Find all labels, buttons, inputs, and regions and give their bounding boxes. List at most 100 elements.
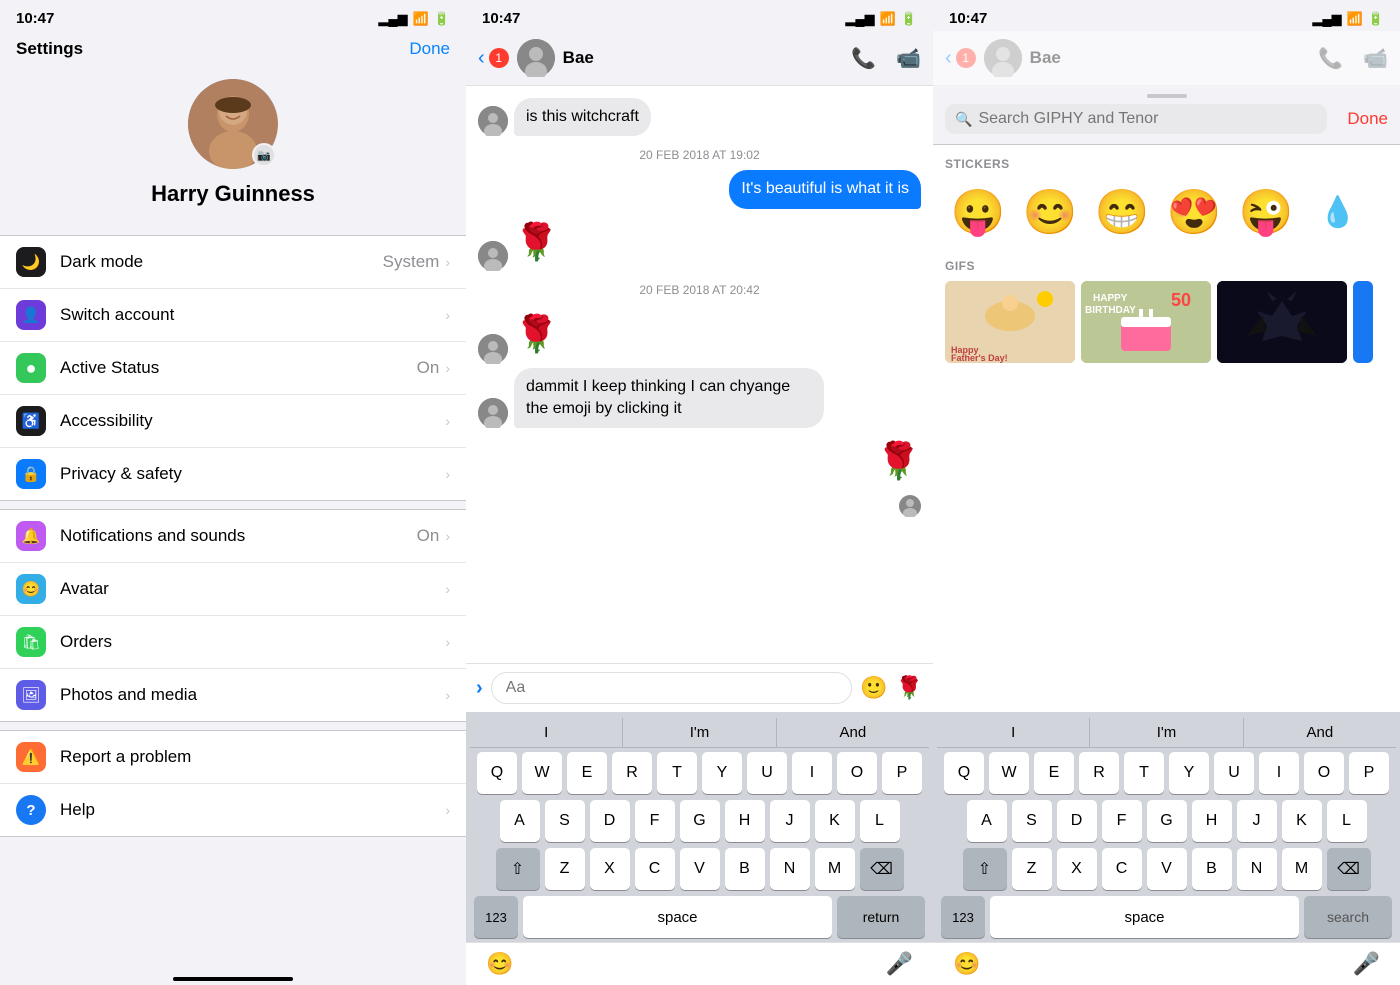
giphy-key-c[interactable]: C: [1102, 848, 1142, 890]
mic-bottom-icon[interactable]: 🎤: [886, 951, 913, 977]
giphy-key-i[interactable]: I: [1259, 752, 1299, 794]
giphy-key-n[interactable]: N: [1237, 848, 1277, 890]
key-i[interactable]: I: [792, 752, 832, 794]
key-v[interactable]: V: [680, 848, 720, 890]
sticker-2[interactable]: 😊: [1017, 179, 1083, 245]
sticker-4[interactable]: 😍: [1161, 179, 1227, 245]
suggestion-and[interactable]: And: [777, 718, 929, 747]
settings-item-report[interactable]: ⚠️ Report a problem: [0, 731, 466, 784]
key-n[interactable]: N: [770, 848, 810, 890]
giphy-key-delete[interactable]: ⌫: [1327, 848, 1371, 890]
phone-icon-chat[interactable]: 📞: [851, 46, 876, 71]
rose-button[interactable]: 🌹: [896, 675, 923, 701]
mic-bottom-icon-giphy[interactable]: 🎤: [1353, 951, 1380, 977]
giphy-key-m[interactable]: M: [1282, 848, 1322, 890]
emoji-bottom-icon[interactable]: 😊: [486, 951, 513, 977]
settings-item-switch-account[interactable]: 👤 Switch account ›: [0, 289, 466, 342]
key-w[interactable]: W: [522, 752, 562, 794]
giphy-key-t[interactable]: T: [1124, 752, 1164, 794]
settings-item-dark-mode[interactable]: 🌙 Dark mode System ›: [0, 236, 466, 289]
giphy-key-a[interactable]: A: [967, 800, 1007, 842]
giphy-key-r[interactable]: R: [1079, 752, 1119, 794]
giphy-key-z[interactable]: Z: [1012, 848, 1052, 890]
settings-item-accessibility[interactable]: ♿ Accessibility ›: [0, 395, 466, 448]
giphy-key-shift[interactable]: ⇧: [963, 848, 1007, 890]
key-g[interactable]: G: [680, 800, 720, 842]
suggestion-giphy-and[interactable]: And: [1244, 718, 1396, 747]
gif-thumb-2[interactable]: HAPPY BIRTHDAY 50: [1081, 281, 1211, 363]
giphy-key-d[interactable]: D: [1057, 800, 1097, 842]
sticker-6[interactable]: 💧: [1305, 179, 1371, 245]
key-j[interactable]: J: [770, 800, 810, 842]
suggestion-im[interactable]: I'm: [623, 718, 776, 747]
suggestion-giphy-im[interactable]: I'm: [1090, 718, 1243, 747]
suggestion-i[interactable]: I: [470, 718, 623, 747]
settings-item-photos[interactable]: 🖼 Photos and media ›: [0, 669, 466, 721]
key-shift[interactable]: ⇧: [496, 848, 540, 890]
key-123[interactable]: 123: [474, 896, 518, 938]
sticker-5[interactable]: 😜: [1233, 179, 1299, 245]
key-m[interactable]: M: [815, 848, 855, 890]
key-p[interactable]: P: [882, 752, 922, 794]
giphy-key-w[interactable]: W: [989, 752, 1029, 794]
giphy-key-l[interactable]: L: [1327, 800, 1367, 842]
video-icon-chat[interactable]: 📹: [896, 46, 921, 71]
settings-done-button[interactable]: Done: [409, 39, 450, 59]
camera-badge[interactable]: 📷: [252, 143, 276, 167]
giphy-key-b[interactable]: B: [1192, 848, 1232, 890]
giphy-key-j[interactable]: J: [1237, 800, 1277, 842]
giphy-key-search[interactable]: search: [1304, 896, 1392, 938]
emoji-button[interactable]: 🙂: [860, 675, 887, 701]
emoji-bottom-icon-giphy[interactable]: 😊: [953, 951, 980, 977]
giphy-key-g[interactable]: G: [1147, 800, 1187, 842]
key-k[interactable]: K: [815, 800, 855, 842]
key-u[interactable]: U: [747, 752, 787, 794]
giphy-search-bar[interactable]: 🔍: [945, 104, 1327, 134]
key-space[interactable]: space: [523, 896, 832, 938]
video-icon-giphy[interactable]: 📹: [1363, 46, 1388, 71]
key-b[interactable]: B: [725, 848, 765, 890]
giphy-key-q[interactable]: Q: [944, 752, 984, 794]
settings-item-orders[interactable]: 🛍 Orders ›: [0, 616, 466, 669]
key-h[interactable]: H: [725, 800, 765, 842]
key-t[interactable]: T: [657, 752, 697, 794]
avatar-wrapper[interactable]: 📷: [188, 79, 278, 169]
key-d[interactable]: D: [590, 800, 630, 842]
key-a[interactable]: A: [500, 800, 540, 842]
giphy-search-input[interactable]: [978, 110, 1317, 128]
sticker-3[interactable]: 😁: [1089, 179, 1155, 245]
key-delete[interactable]: ⌫: [860, 848, 904, 890]
giphy-key-s[interactable]: S: [1012, 800, 1052, 842]
key-return[interactable]: return: [837, 896, 925, 938]
key-z[interactable]: Z: [545, 848, 585, 890]
giphy-key-f[interactable]: F: [1102, 800, 1142, 842]
giphy-key-v[interactable]: V: [1147, 848, 1187, 890]
giphy-key-y[interactable]: Y: [1169, 752, 1209, 794]
key-y[interactable]: Y: [702, 752, 742, 794]
giphy-key-x[interactable]: X: [1057, 848, 1097, 890]
giphy-key-p[interactable]: P: [1349, 752, 1389, 794]
key-x[interactable]: X: [590, 848, 630, 890]
key-c[interactable]: C: [635, 848, 675, 890]
key-s[interactable]: S: [545, 800, 585, 842]
giphy-done-button[interactable]: Done: [1347, 109, 1388, 129]
settings-item-active-status[interactable]: ● Active Status On ›: [0, 342, 466, 395]
settings-item-help[interactable]: ? Help ›: [0, 784, 466, 836]
message-input[interactable]: [491, 672, 853, 704]
gif-thumb-1[interactable]: Happy Father's Day!: [945, 281, 1075, 363]
back-button-chat[interactable]: ‹: [478, 47, 485, 70]
settings-item-privacy[interactable]: 🔒 Privacy & safety ›: [0, 448, 466, 500]
suggestion-giphy-i[interactable]: I: [937, 718, 1090, 747]
gif-thumb-3[interactable]: [1217, 281, 1347, 363]
sticker-1[interactable]: 😛: [945, 179, 1011, 245]
settings-item-notifications[interactable]: 🔔 Notifications and sounds On ›: [0, 510, 466, 563]
giphy-key-u[interactable]: U: [1214, 752, 1254, 794]
key-f[interactable]: F: [635, 800, 675, 842]
expand-button[interactable]: ›: [476, 677, 483, 700]
giphy-key-o[interactable]: O: [1304, 752, 1344, 794]
giphy-key-k[interactable]: K: [1282, 800, 1322, 842]
giphy-key-space[interactable]: space: [990, 896, 1299, 938]
back-button-giphy[interactable]: ‹: [945, 47, 952, 70]
phone-icon-giphy[interactable]: 📞: [1318, 46, 1343, 71]
giphy-key-h[interactable]: H: [1192, 800, 1232, 842]
